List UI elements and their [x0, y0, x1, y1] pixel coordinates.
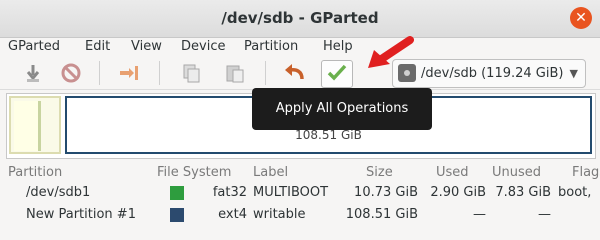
- toolbar-separator: [265, 61, 266, 85]
- delete-icon[interactable]: [56, 60, 86, 86]
- cell-size: 10.73 GiB: [354, 185, 418, 200]
- apply-icon: [327, 63, 347, 85]
- column-header-unused[interactable]: Unused: [492, 163, 541, 183]
- cell-partition: New Partition #1: [26, 207, 136, 222]
- cell-unused: —: [538, 207, 551, 222]
- cell-flags: boot,: [558, 185, 592, 200]
- table-row[interactable]: /dev/sdb1 fat32 MULTIBOOT 10.73 GiB 2.90…: [0, 182, 600, 204]
- partition-used-bar: [14, 101, 41, 151]
- column-header-used[interactable]: Used: [436, 163, 469, 183]
- toolbar-separator: [99, 61, 100, 85]
- cell-label: MULTIBOOT: [253, 185, 329, 200]
- undo-icon[interactable]: [279, 60, 309, 86]
- new-icon[interactable]: [18, 60, 48, 86]
- menu-view[interactable]: View: [131, 37, 162, 57]
- window-title: /dev/sdb - GParted: [221, 9, 379, 27]
- close-icon[interactable]: ✕: [570, 7, 592, 29]
- column-header-partition[interactable]: Partition: [8, 163, 62, 183]
- device-selector[interactable]: /dev/sdb (119.24 GiB) ▼: [392, 59, 586, 88]
- cell-filesystem: fat32: [212, 185, 247, 200]
- filesystem-color-swatch: [170, 208, 184, 222]
- toolbar-separator: [159, 61, 160, 85]
- partition-table-header: Partition File System Label Size Used Un…: [0, 163, 600, 183]
- device-selector-label: /dev/sdb (119.24 GiB): [421, 66, 564, 81]
- column-header-flags[interactable]: Flags: [572, 163, 600, 183]
- column-header-label[interactable]: Label: [253, 163, 288, 183]
- cell-filesystem: ext4: [218, 207, 247, 222]
- column-header-size[interactable]: Size: [366, 163, 393, 183]
- menu-gparted[interactable]: GParted: [8, 37, 60, 57]
- cell-label: writable: [253, 207, 306, 222]
- resize-icon[interactable]: [114, 60, 144, 86]
- disk-map-partition-sdb1[interactable]: [9, 96, 61, 154]
- paste-icon[interactable]: [220, 60, 250, 86]
- filesystem-color-swatch: [170, 186, 184, 200]
- cell-partition: /dev/sdb1: [26, 185, 91, 200]
- apply-all-button[interactable]: [321, 60, 353, 88]
- cell-size: 108.51 GiB: [345, 207, 418, 222]
- chevron-down-icon: ▼: [569, 67, 578, 80]
- cell-used: 2.90 GiB: [430, 185, 486, 200]
- copy-icon[interactable]: [176, 60, 206, 86]
- menu-bar: GParted Edit View Device Partition Help: [0, 37, 600, 57]
- cell-unused: 7.83 GiB: [495, 185, 551, 200]
- menu-help[interactable]: Help: [323, 37, 353, 57]
- column-header-file-system[interactable]: File System: [157, 163, 231, 183]
- apply-all-tooltip: Apply All Operations: [252, 88, 432, 130]
- title-bar: /dev/sdb - GParted ✕: [0, 0, 600, 38]
- partition-size-label: 108.51 GiB: [295, 128, 362, 142]
- menu-partition[interactable]: Partition: [244, 37, 298, 57]
- menu-edit[interactable]: Edit: [85, 37, 110, 57]
- drive-icon: [398, 64, 416, 82]
- menu-device[interactable]: Device: [181, 37, 225, 57]
- cell-used: —: [473, 207, 486, 222]
- table-row[interactable]: New Partition #1 ext4 writable 108.51 Gi…: [0, 204, 600, 226]
